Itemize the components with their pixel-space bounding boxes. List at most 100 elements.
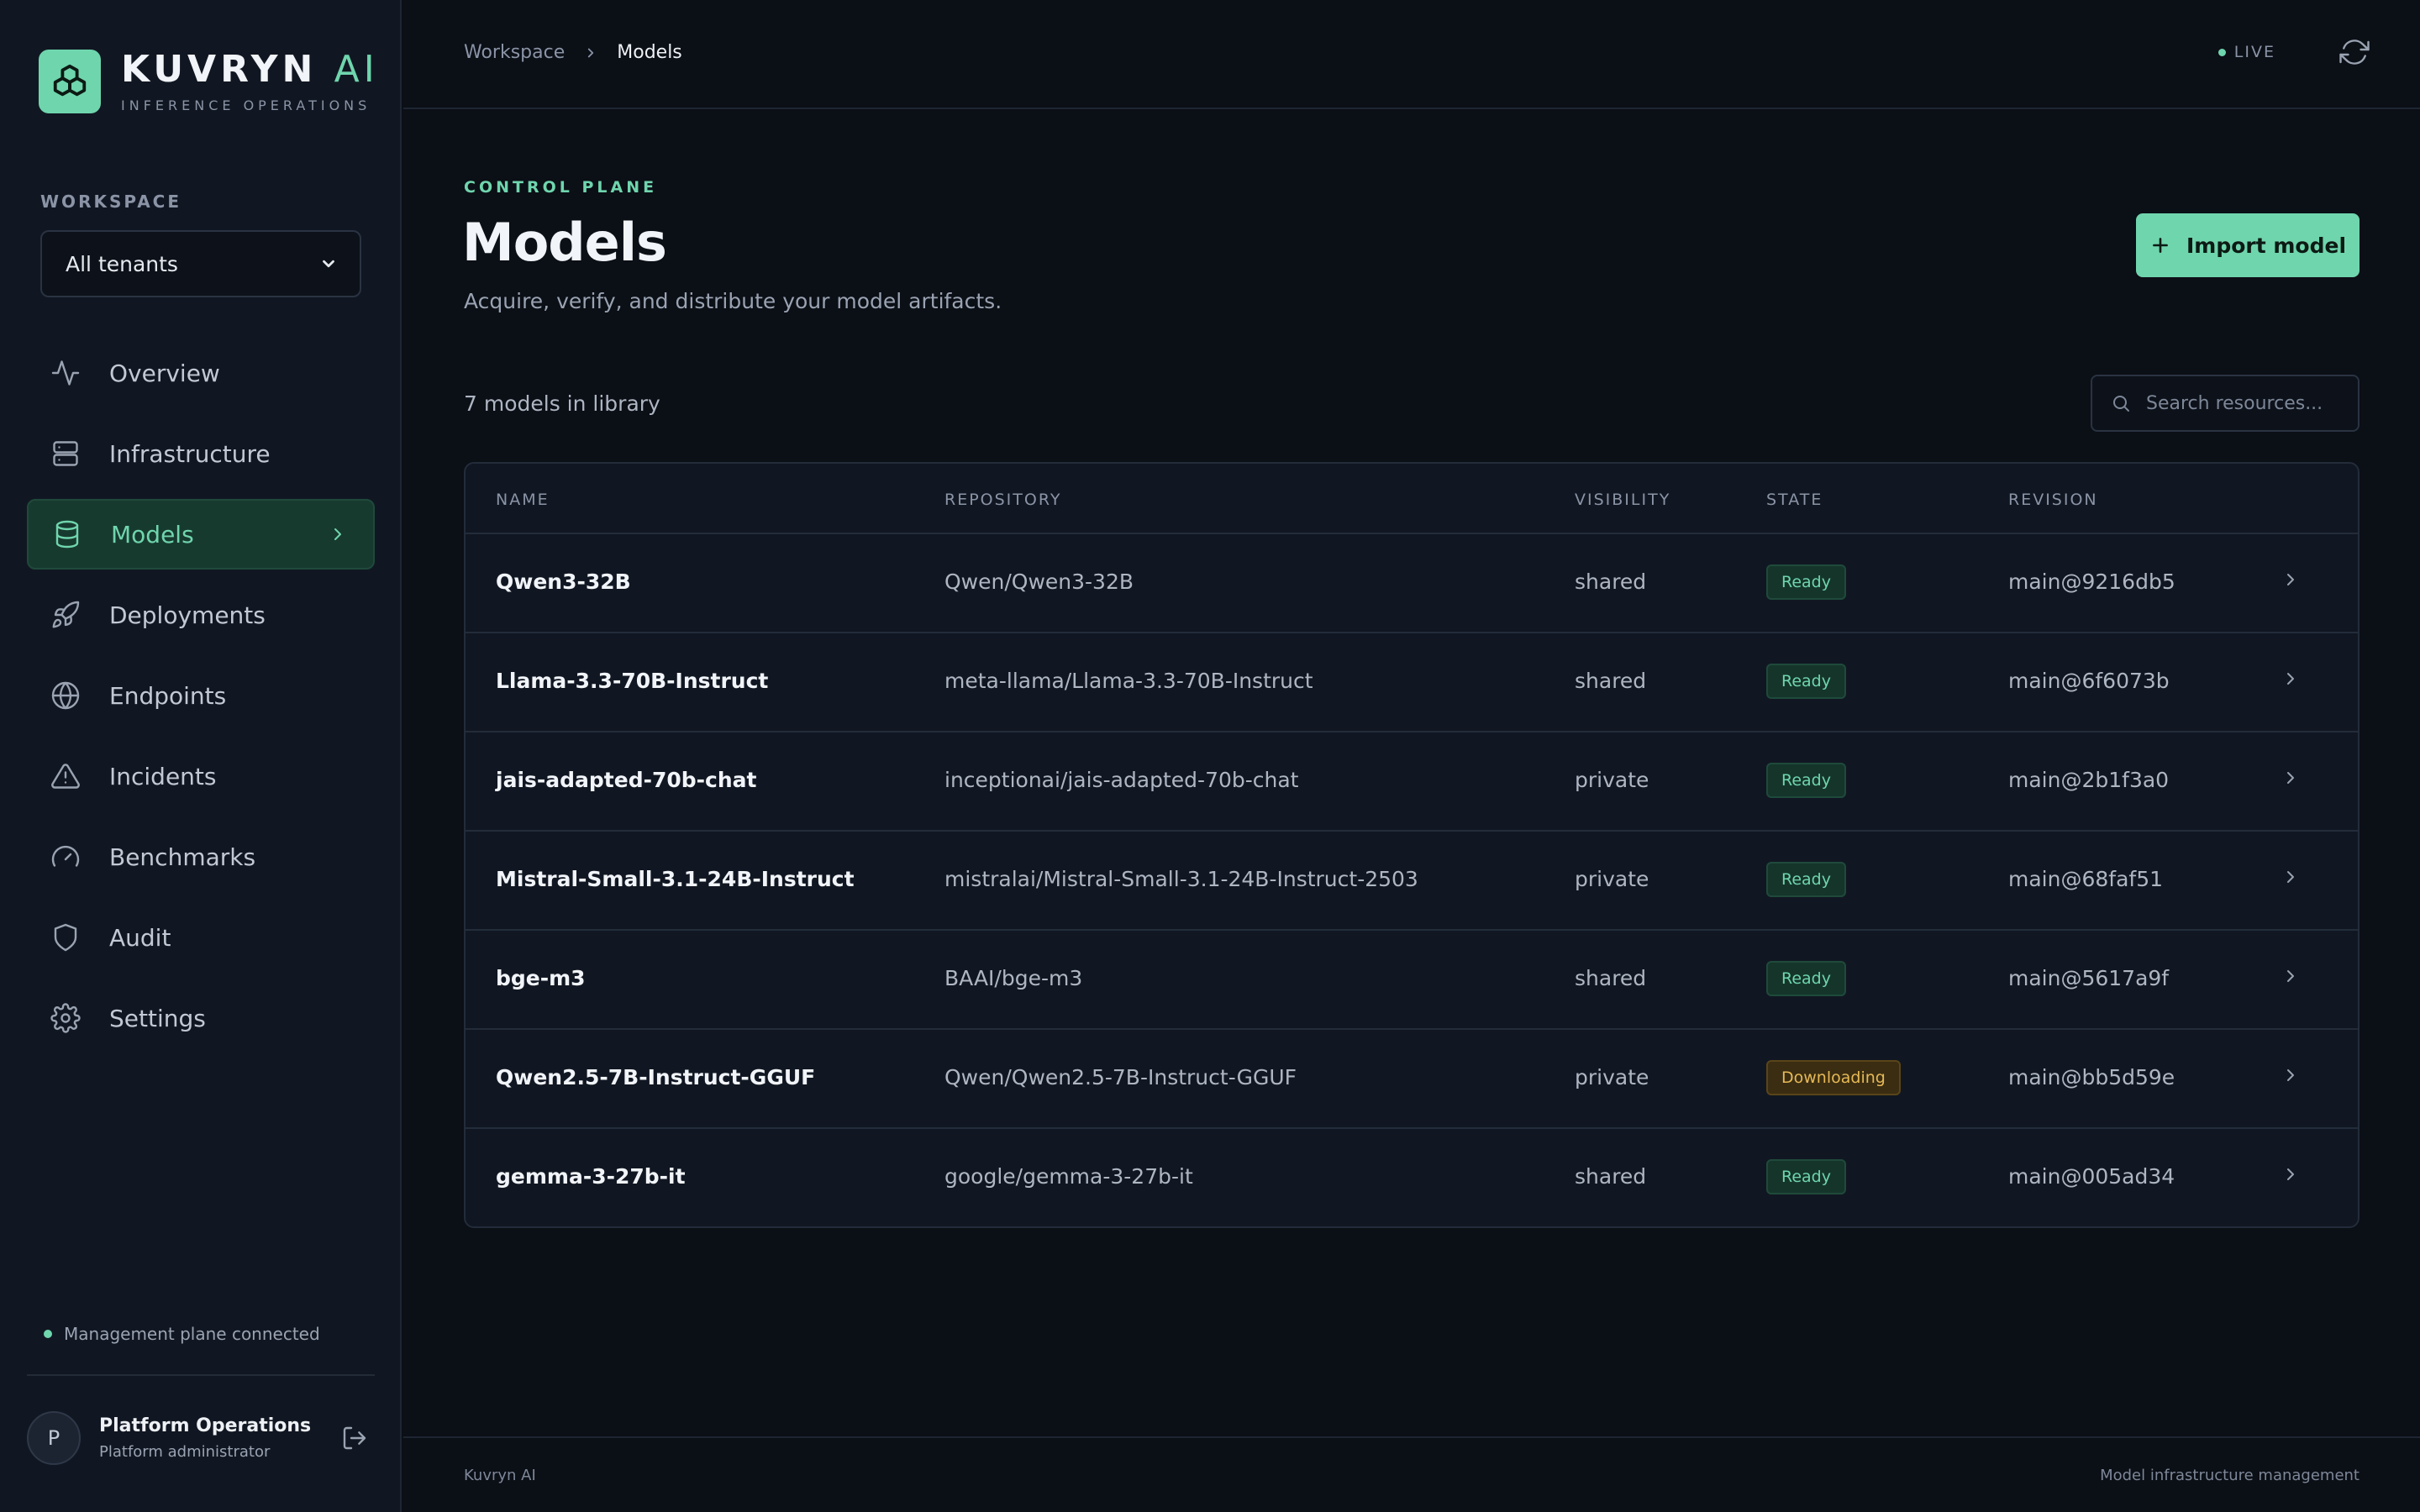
- sidebar-item-benchmarks[interactable]: Benchmarks: [27, 822, 375, 892]
- activity-icon: [49, 356, 82, 390]
- chevron-right-icon[interactable]: [2281, 1065, 2301, 1090]
- table-row[interactable]: Llama-3.3-70B-Instruct meta-llama/Llama-…: [466, 633, 2358, 732]
- rocket-icon: [49, 598, 82, 632]
- workspace-select-value: All tenants: [66, 251, 178, 276]
- model-visibility: private: [1575, 1065, 1649, 1089]
- chevron-right-icon[interactable]: [2281, 966, 2301, 991]
- sidebar-item-deployments[interactable]: Deployments: [27, 580, 375, 650]
- column-header-visibility[interactable]: VISIBILITY: [1575, 491, 1670, 509]
- import-model-label: Import model: [2186, 233, 2347, 258]
- model-revision: main@68faf51: [2008, 867, 2164, 891]
- brand-logo-icon: [39, 49, 101, 113]
- column-header-state[interactable]: STATE: [1766, 491, 1823, 509]
- chevron-right-icon: [583, 45, 598, 60]
- user-panel: P Platform Operations Platform administr…: [27, 1411, 375, 1465]
- status-badge: Ready: [1766, 763, 1846, 798]
- model-name[interactable]: gemma-3-27b-it: [496, 1164, 686, 1189]
- footer-brand: Kuvryn AI: [464, 1467, 536, 1484]
- sidebar-item-endpoints[interactable]: Endpoints: [27, 660, 375, 731]
- model-name[interactable]: Qwen2.5-7B-Instruct-GGUF: [496, 1065, 815, 1089]
- brand-name: KUVRYN AI: [121, 48, 379, 91]
- status-badge: Downloading: [1766, 1060, 1901, 1095]
- sidebar-item-overview[interactable]: Overview: [27, 338, 375, 408]
- import-model-button[interactable]: Import model: [2136, 213, 2360, 277]
- chevron-right-icon[interactable]: [2281, 570, 2301, 595]
- model-visibility: shared: [1575, 669, 1647, 693]
- table-row[interactable]: Qwen3-32B Qwen/Qwen3-32B shared Ready ma…: [466, 534, 2358, 633]
- section-eyebrow: CONTROL PLANE: [464, 178, 658, 197]
- avatar[interactable]: P: [27, 1411, 81, 1465]
- gauge-icon: [49, 840, 82, 874]
- chevron-right-icon[interactable]: [2281, 669, 2301, 694]
- model-name[interactable]: Qwen3-32B: [496, 570, 631, 594]
- live-dot-icon: [2217, 48, 2226, 56]
- search-placeholder: Search resources...: [2146, 392, 2323, 414]
- column-header-name[interactable]: NAME: [496, 491, 550, 509]
- status-badge: Ready: [1766, 862, 1846, 897]
- column-header-repository[interactable]: REPOSITORY: [944, 491, 1061, 509]
- chevron-right-icon[interactable]: [2281, 768, 2301, 793]
- page-title: Models: [462, 212, 667, 273]
- sidebar-item-audit[interactable]: Audit: [27, 902, 375, 973]
- globe-icon: [49, 679, 82, 712]
- brand[interactable]: KUVRYN AI INFERENCE OPERATIONS: [39, 49, 379, 113]
- sidebar-item-label: Incidents: [109, 762, 217, 790]
- models-table: NAME REPOSITORY VISIBILITY STATE REVISIO…: [464, 462, 2360, 1228]
- breadcrumb-current: Models: [617, 42, 682, 63]
- page-subtitle: Acquire, verify, and distribute your mod…: [464, 289, 1002, 313]
- logout-icon[interactable]: [341, 1425, 368, 1455]
- table-row[interactable]: gemma-3-27b-it google/gemma-3-27b-it sha…: [466, 1129, 2358, 1226]
- model-revision: main@6f6073b: [2008, 669, 2170, 693]
- column-header-revision[interactable]: REVISION: [2008, 491, 2098, 509]
- status-badge: Ready: [1766, 961, 1846, 996]
- sidebar-item-settings[interactable]: Settings: [27, 983, 375, 1053]
- table-row[interactable]: bge-m3 BAAI/bge-m3 shared Ready main@561…: [466, 931, 2358, 1030]
- chevron-right-icon[interactable]: [2281, 867, 2301, 892]
- sidebar-item-models[interactable]: Models: [27, 499, 375, 570]
- sidebar-item-label: Settings: [109, 1004, 206, 1032]
- model-visibility: private: [1575, 867, 1649, 891]
- chevron-down-icon: [323, 260, 334, 268]
- model-name[interactable]: Mistral-Small-3.1-24B-Instruct: [496, 867, 855, 891]
- table-row[interactable]: jais-adapted-70b-chat inceptionai/jais-a…: [466, 732, 2358, 832]
- sidebar-item-label: Models: [111, 520, 194, 549]
- footer: Kuvryn AI Model infrastructure managemen…: [403, 1436, 2420, 1512]
- sidebar-item-label: Infrastructure: [109, 439, 271, 468]
- model-name[interactable]: bge-m3: [496, 966, 586, 990]
- refresh-icon[interactable]: [2339, 37, 2370, 71]
- sidebar-item-label: Overview: [109, 359, 220, 387]
- user-name: Platform Operations: [99, 1415, 312, 1436]
- breadcrumb-workspace[interactable]: Workspace: [464, 42, 565, 63]
- sidebar-item-label: Benchmarks: [109, 843, 256, 871]
- workspace-select[interactable]: All tenants: [40, 230, 361, 297]
- plus-icon: [2149, 234, 2171, 256]
- search-icon: [2113, 396, 2129, 412]
- model-repository: Qwen/Qwen2.5-7B-Instruct-GGUF: [944, 1065, 1297, 1089]
- model-name[interactable]: jais-adapted-70b-chat: [496, 768, 756, 792]
- table-row[interactable]: Mistral-Small-3.1-24B-Instruct mistralai…: [466, 832, 2358, 931]
- chevron-right-icon[interactable]: [2281, 1164, 2301, 1189]
- search-input[interactable]: Search resources...: [2091, 375, 2360, 432]
- table-header: NAME REPOSITORY VISIBILITY STATE REVISIO…: [466, 464, 2358, 534]
- connection-status-text: Management plane connected: [64, 1324, 320, 1344]
- model-visibility: private: [1575, 768, 1649, 792]
- connection-status: Management plane connected: [44, 1324, 320, 1344]
- chevron-right-icon: [328, 522, 348, 550]
- model-repository: BAAI/bge-m3: [944, 966, 1083, 990]
- model-repository: google/gemma-3-27b-it: [944, 1164, 1193, 1189]
- sidebar-item-label: Audit: [109, 923, 171, 952]
- gear-icon: [49, 1001, 82, 1035]
- sidebar-item-infrastructure[interactable]: Infrastructure: [27, 418, 375, 489]
- model-visibility: shared: [1575, 1164, 1647, 1189]
- database-icon: [50, 517, 84, 551]
- sidebar-item-incidents[interactable]: Incidents: [27, 741, 375, 811]
- model-name[interactable]: Llama-3.3-70B-Instruct: [496, 669, 768, 693]
- server-icon: [49, 437, 82, 470]
- shield-icon: [49, 921, 82, 954]
- table-row[interactable]: Qwen2.5-7B-Instruct-GGUF Qwen/Qwen2.5-7B…: [466, 1030, 2358, 1129]
- model-repository: inceptionai/jais-adapted-70b-chat: [944, 768, 1299, 792]
- model-repository: mistralai/Mistral-Small-3.1-24B-Instruct…: [944, 867, 1418, 891]
- brand-subtitle: INFERENCE OPERATIONS: [121, 97, 371, 113]
- status-badge: Ready: [1766, 564, 1846, 600]
- workspace-label: WORKSPACE: [40, 192, 182, 212]
